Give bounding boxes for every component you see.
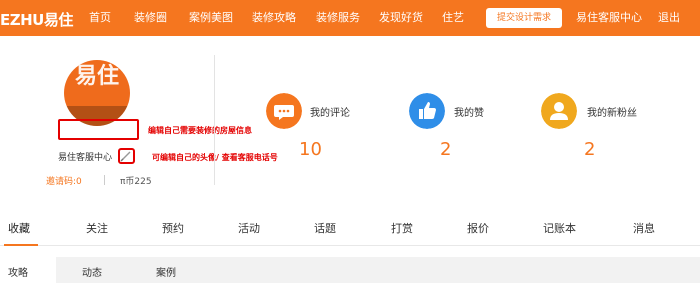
- stat-label-likes[interactable]: 我的赞: [454, 104, 484, 119]
- logout-link[interactable]: 退出: [658, 0, 680, 36]
- avatar-logo-text: 易住: [74, 64, 119, 89]
- invite-code: 邀请码:0: [46, 177, 82, 187]
- tab-tips[interactable]: 打赏: [391, 220, 413, 236]
- stat-count-followers: 2: [584, 139, 596, 160]
- thumbs-up-icon[interactable]: [409, 93, 445, 129]
- tab-quotes[interactable]: 报价: [467, 220, 489, 236]
- stat-count-likes: 2: [440, 139, 452, 160]
- subtab-bar: [0, 257, 700, 283]
- annotation-highlight-box: [58, 119, 139, 140]
- nav-item-guides[interactable]: 装修攻略: [252, 0, 296, 36]
- active-tab-indicator: [4, 244, 38, 246]
- tab-topics[interactable]: 话题: [314, 220, 336, 236]
- nav-item-gallery[interactable]: 案例美图: [189, 0, 233, 36]
- annotation-edit-house-info: 编辑自己需要装修的房屋信息: [148, 126, 252, 135]
- nav-item-art[interactable]: 住艺: [442, 0, 464, 36]
- subtab-updates[interactable]: 动态: [82, 264, 102, 279]
- stat-label-comments[interactable]: 我的评论: [310, 104, 350, 119]
- nav-item-home[interactable]: 首页: [89, 0, 111, 36]
- divider: [214, 55, 215, 185]
- stat-count-comments: 10: [299, 139, 322, 160]
- tab-favorites[interactable]: 收藏: [8, 220, 30, 236]
- username: 易住客服中心: [58, 153, 113, 163]
- divider: [104, 175, 105, 185]
- nav-item-services[interactable]: 装修服务: [316, 0, 360, 36]
- top-nav: EZHU易住 首页 装修圈 案例美图 装修攻略 装修服务 发现好货 住艺 提交设…: [0, 0, 700, 36]
- tab-messages[interactable]: 消息: [633, 220, 655, 236]
- tab-activities[interactable]: 活动: [238, 220, 260, 236]
- nav-item-discover[interactable]: 发现好货: [379, 0, 423, 36]
- annotation-highlight-box: [118, 148, 135, 164]
- tab-appointments[interactable]: 预约: [162, 220, 184, 236]
- tab-ledger[interactable]: 记账本: [543, 220, 576, 236]
- tab-following[interactable]: 关注: [86, 220, 108, 236]
- comment-icon[interactable]: [266, 93, 302, 129]
- subtab-cases[interactable]: 案例: [156, 264, 176, 279]
- nav-service-center[interactable]: 易住客服中心: [576, 0, 642, 36]
- nav-item-circle[interactable]: 装修圈: [134, 0, 167, 36]
- submit-design-request-button[interactable]: 提交设计需求: [486, 8, 562, 28]
- stat-label-followers[interactable]: 我的新粉丝: [587, 104, 637, 119]
- subtab-guides[interactable]: 攻略: [8, 264, 28, 279]
- avatar[interactable]: 易住: [64, 60, 130, 126]
- site-logo[interactable]: EZHU易住: [0, 9, 73, 29]
- user-icon[interactable]: [541, 93, 577, 129]
- coin-balance: π币225: [120, 177, 152, 187]
- tab-bar: 收藏 关注 预约 活动 话题 打赏 报价 记账本 消息: [0, 208, 700, 246]
